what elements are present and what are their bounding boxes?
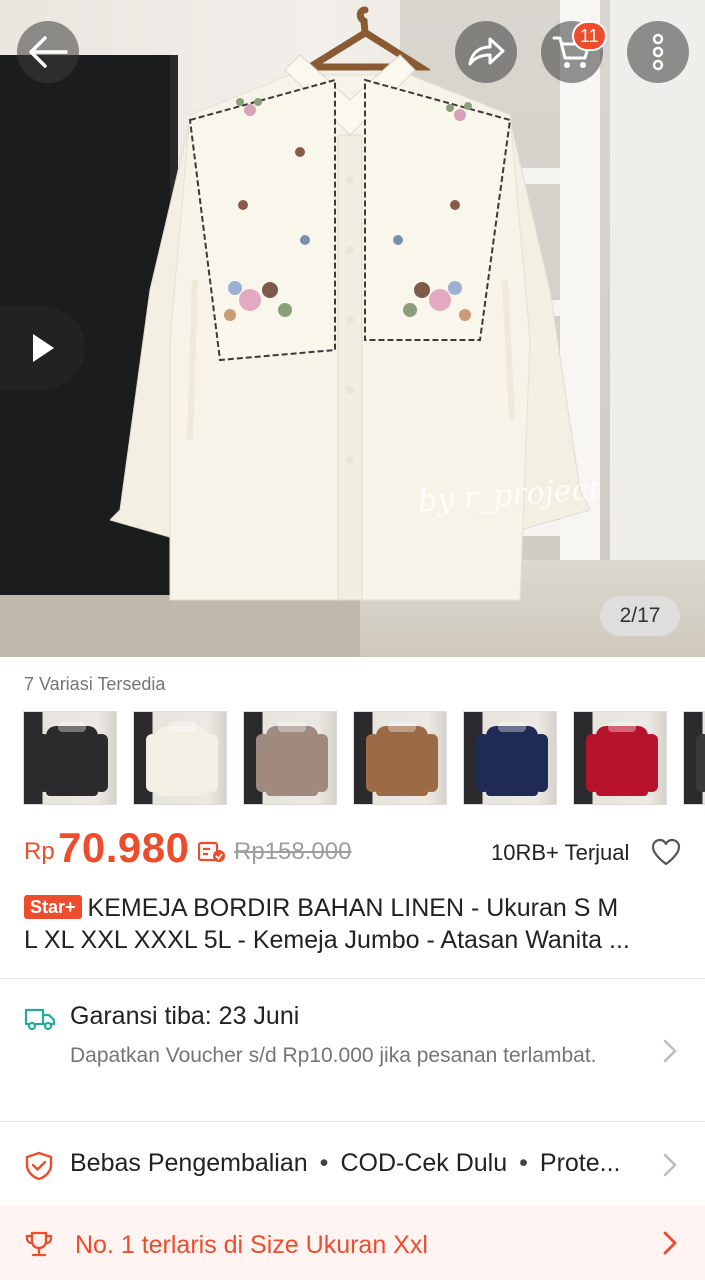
variant-collar xyxy=(58,722,86,732)
star-plus-badge: Star+ xyxy=(24,895,82,919)
variant-thumbnails xyxy=(23,711,705,807)
variant-collar xyxy=(278,722,306,732)
variant-shirt-swatch xyxy=(156,726,208,796)
variant-shirt-swatch xyxy=(376,726,428,796)
variant-sleeve xyxy=(696,734,705,792)
shipping-title: Garansi tiba: 23 Juni xyxy=(70,1002,300,1030)
heart-icon[interactable] xyxy=(651,838,681,866)
back-button[interactable] xyxy=(17,21,79,83)
title-line-1: Star+ KEMEJA BORDIR BAHAN LINEN - Ukuran … xyxy=(24,892,674,924)
title-line-2: L XL XXL XXXL 5L - Kemeja Jumbo - Atasan… xyxy=(24,926,630,954)
shipping-description: Dapatkan Voucher s/d Rp10.000 jika pesan… xyxy=(70,1044,597,1067)
title-text-1: KEMEJA BORDIR BAHAN LINEN - Ukuran S M xyxy=(87,894,619,922)
share-button[interactable] xyxy=(455,21,517,83)
best-seller-banner[interactable]: No. 1 terlaris di Size Ukuran Xxl xyxy=(0,1206,705,1280)
variant-thumbnail[interactable] xyxy=(23,711,117,805)
variant-shirt-swatch xyxy=(266,726,318,796)
product-title: Star+ KEMEJA BORDIR BAHAN LINEN - Ukuran … xyxy=(24,892,674,956)
service-features-text: Bebas Pengembalian • COD-Cek Dulu • Prote... xyxy=(70,1149,655,1178)
product-image-carousel[interactable]: by r_project 11 2/17 xyxy=(0,0,705,657)
coin-check-icon xyxy=(198,841,225,862)
feature-cod: COD-Cek Dulu xyxy=(340,1149,508,1177)
more-vertical-icon xyxy=(652,33,664,71)
variant-collar xyxy=(608,722,636,732)
best-seller-text: No. 1 terlaris di Size Ukuran Xxl xyxy=(75,1231,428,1259)
variant-thumbnail[interactable] xyxy=(133,711,227,805)
price-value: 70.980 xyxy=(58,824,190,871)
variant-thumbnail[interactable] xyxy=(243,711,337,805)
play-video-button[interactable] xyxy=(0,306,85,390)
shipping-guarantee-row[interactable]: Garansi tiba: 23 Juni Dapatkan Voucher s… xyxy=(0,980,705,1120)
price-currency: Rp xyxy=(24,838,55,865)
variant-thumbnail[interactable] xyxy=(683,711,705,805)
delivery-truck-icon xyxy=(24,1008,56,1031)
sold-count: 10RB+ Terjual xyxy=(491,840,630,865)
feature-protection: Prote... xyxy=(539,1149,621,1177)
share-icon xyxy=(468,37,505,66)
section-divider xyxy=(0,978,705,979)
variant-shirt-swatch xyxy=(46,726,98,796)
product-shirt-graphic xyxy=(110,54,590,601)
variant-thumbnail[interactable] xyxy=(573,711,667,805)
variant-collar xyxy=(168,722,196,732)
variant-collar xyxy=(498,722,526,732)
bullet-separator: • xyxy=(319,1149,329,1177)
variant-thumbnail[interactable] xyxy=(353,711,447,805)
variant-thumbnail[interactable] xyxy=(463,711,557,805)
bullet-separator: • xyxy=(519,1149,528,1177)
more-options-button[interactable] xyxy=(627,21,689,83)
chevron-right-icon xyxy=(663,1153,677,1177)
image-counter: 2/17 xyxy=(600,596,680,636)
trophy-icon xyxy=(25,1231,53,1257)
variants-label: 7 Variasi Tersedia xyxy=(24,674,166,694)
play-icon xyxy=(32,334,54,362)
cart-count-badge: 11 xyxy=(572,21,607,51)
price-row: Rp 70.980 Rp158.000 10RB+ Terjual xyxy=(24,824,684,874)
service-features-row[interactable]: Bebas Pengembalian • COD-Cek Dulu • Prote... xyxy=(0,1122,705,1206)
shield-check-icon xyxy=(25,1151,53,1181)
chevron-right-icon xyxy=(663,1039,677,1063)
arrow-left-icon xyxy=(29,36,68,68)
variant-shirt-swatch xyxy=(596,726,648,796)
chevron-right-icon xyxy=(663,1231,677,1255)
original-price: Rp158.000 xyxy=(234,838,352,865)
feature-free-returns: Bebas Pengembalian xyxy=(70,1149,308,1177)
variant-shirt-swatch xyxy=(486,726,538,796)
variant-collar xyxy=(388,722,416,732)
